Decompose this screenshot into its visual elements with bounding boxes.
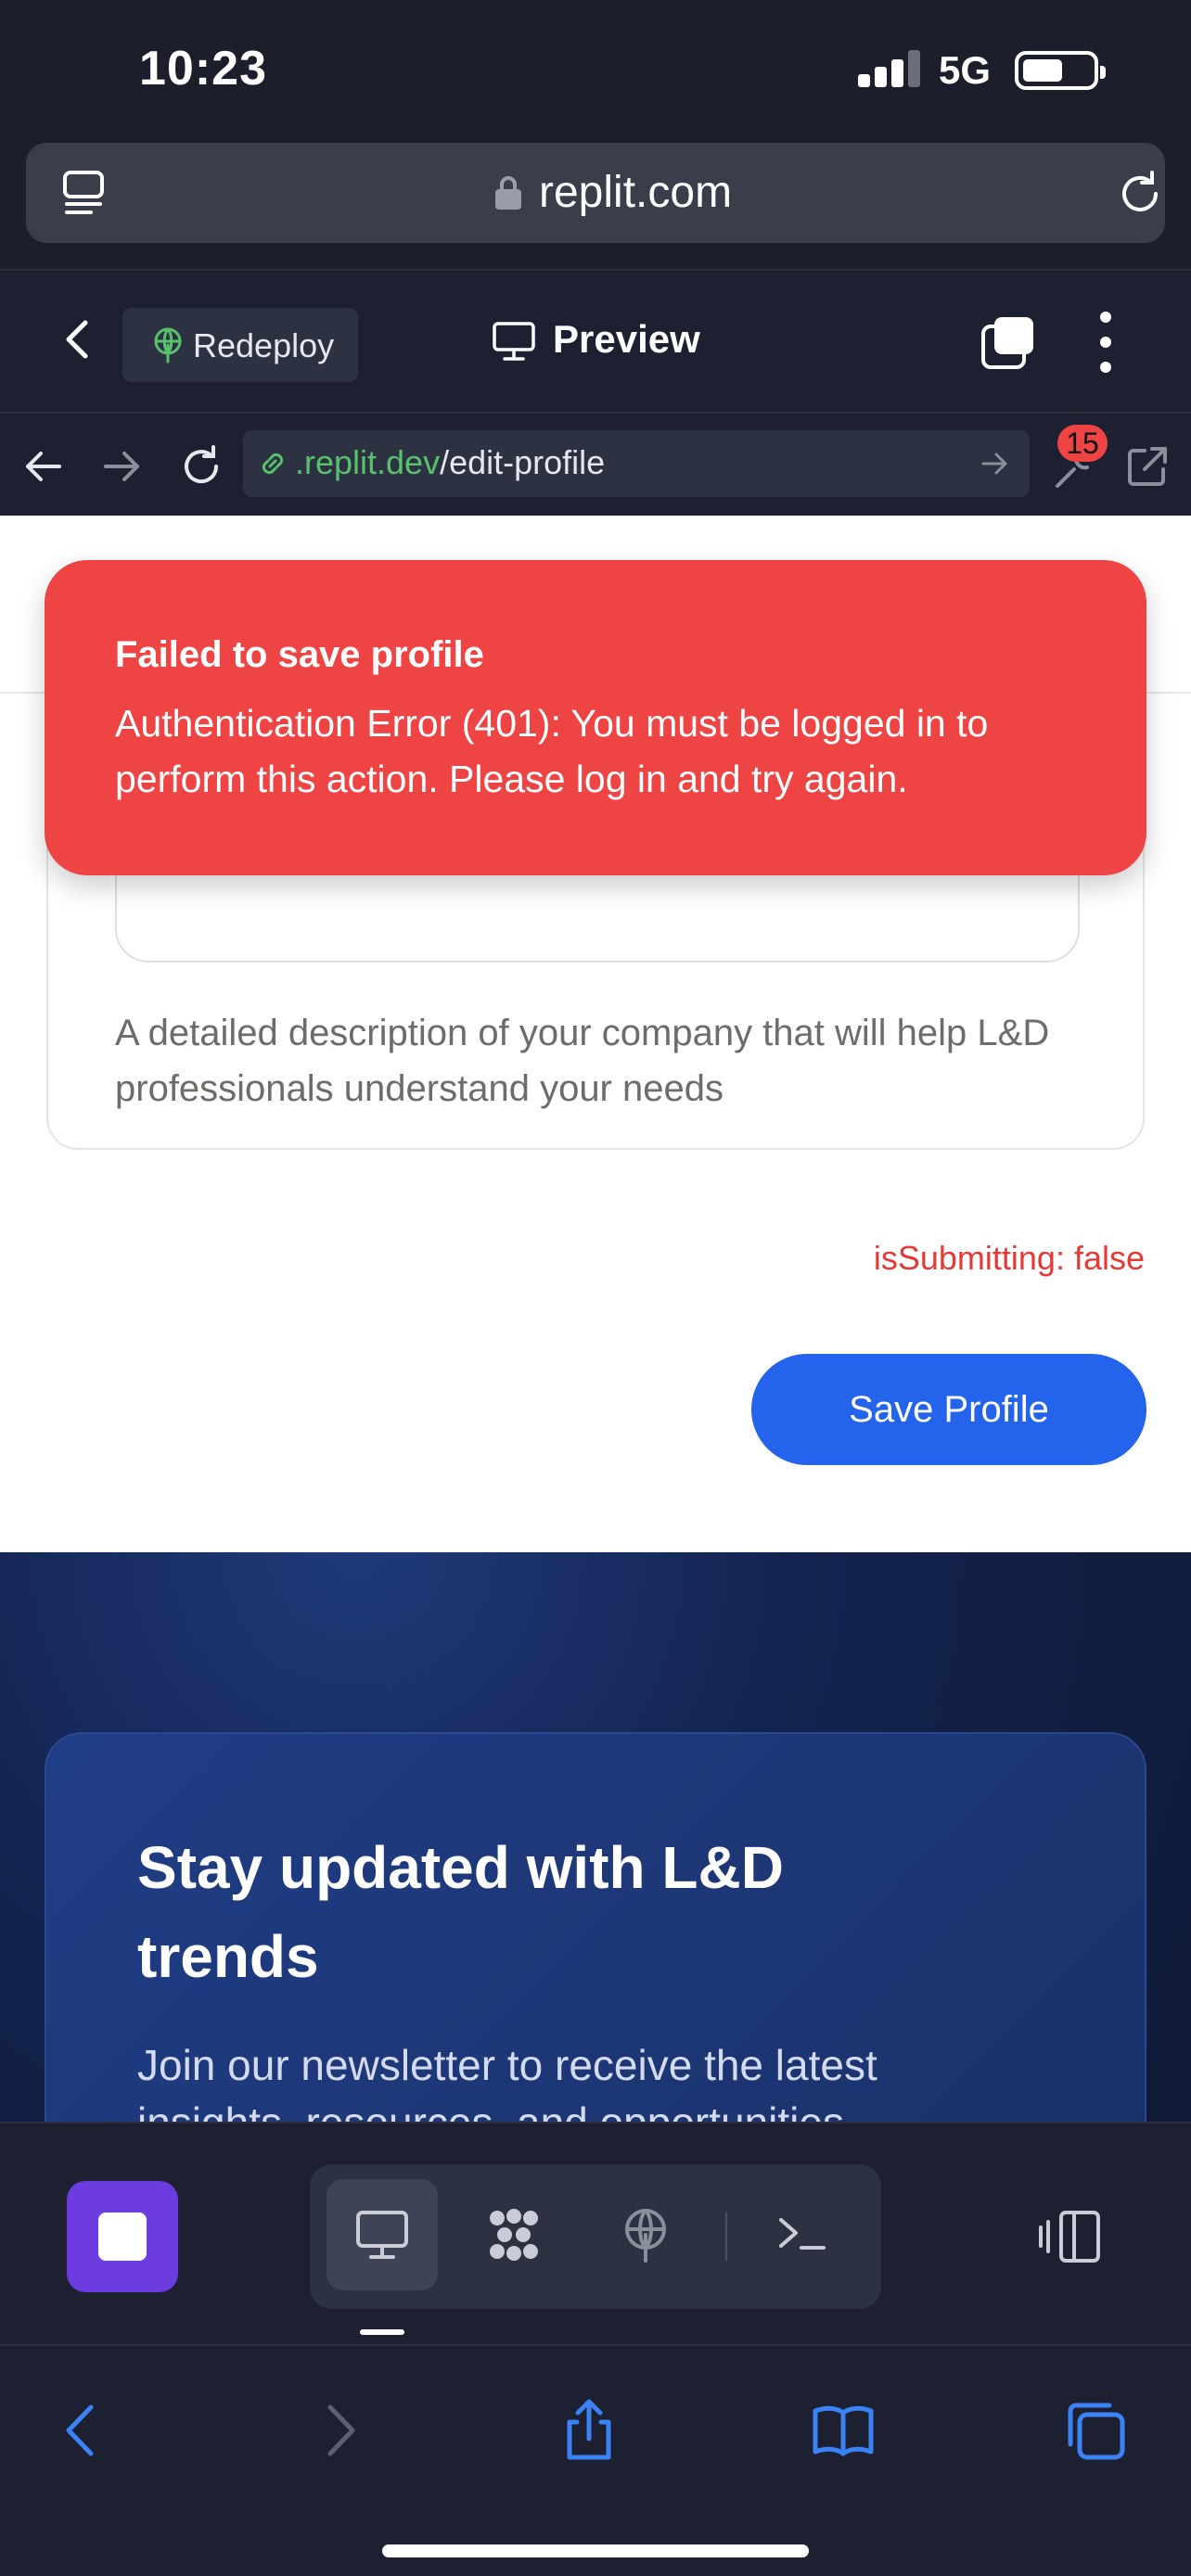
url-path: /edit-profile (440, 443, 606, 481)
monitor-icon (356, 2211, 408, 2259)
tool-deployments[interactable] (590, 2179, 701, 2290)
workspace-tools (310, 2164, 881, 2309)
lock-icon (495, 176, 521, 210)
status-bar: 10:23 5G (0, 0, 1191, 139)
redeploy-label: Redeploy (193, 326, 335, 364)
agent-icon (490, 2209, 538, 2261)
url-host: .replit.dev (295, 443, 441, 481)
home-indicator (382, 2544, 809, 2557)
deploy-icon (154, 327, 182, 363)
more-options-icon[interactable] (1095, 312, 1117, 373)
monitor-icon (493, 322, 535, 361)
newsletter-title: Stay updated with L&D trends (137, 1834, 784, 1990)
battery-icon (1015, 51, 1106, 90)
toast-message: Authentication Error (401): You must be … (115, 702, 989, 800)
signal-icon (858, 50, 921, 87)
nav-forward-icon[interactable] (98, 443, 145, 490)
devtools-badge: 15 (1057, 425, 1108, 462)
debug-status-text: isSubmitting: false (873, 1239, 1145, 1277)
newsletter-section: Stay updated with L&D trends Join our ne… (0, 1552, 1191, 2122)
tool-agent[interactable] (458, 2179, 570, 2290)
bookmarks-icon[interactable] (811, 2398, 876, 2463)
newsletter-text: Join our newsletter to receive the lates… (137, 2041, 877, 2122)
browser-domain[interactable]: replit.com (539, 167, 732, 218)
network-type: 5G (939, 48, 992, 92)
browser-address-bar[interactable]: replit.com (26, 143, 1165, 243)
active-tab-indicator (360, 2329, 404, 2335)
tabs-icon[interactable] (1063, 2398, 1128, 2463)
save-profile-button[interactable]: Save Profile (751, 1354, 1146, 1465)
error-toast[interactable]: Failed to save profile Authentication Er… (45, 560, 1146, 875)
terminal-icon (779, 2218, 826, 2250)
back-chevron-icon[interactable] (56, 317, 100, 362)
reader-icon[interactable] (59, 169, 108, 217)
stop-button[interactable] (67, 2181, 178, 2292)
open-external-icon[interactable] (1124, 443, 1171, 490)
replit-bottom-bar (0, 2122, 1191, 2344)
share-icon[interactable] (557, 2398, 621, 2463)
newsletter-card: Stay updated with L&D trends Join our ne… (45, 1732, 1146, 2122)
nav-back-icon[interactable] (20, 443, 67, 490)
safari-toolbar (0, 2344, 1191, 2576)
replit-toolbar: Redeploy Preview (0, 269, 1191, 414)
tabs-stack-icon[interactable] (980, 313, 1037, 371)
deploy-icon (625, 2209, 666, 2263)
webview-nav: .replit.dev/edit-profile 15 (0, 415, 1191, 516)
webview-url-field[interactable]: .replit.dev/edit-profile (243, 430, 1030, 497)
link-icon (262, 453, 284, 475)
toast-title: Failed to save profile (115, 634, 484, 675)
status-time: 10:23 (139, 42, 267, 96)
redeploy-button[interactable]: Redeploy (122, 308, 358, 382)
tool-preview[interactable] (327, 2179, 438, 2290)
reload-icon[interactable] (1115, 169, 1165, 219)
tool-separator (725, 2213, 727, 2261)
go-arrow-icon[interactable] (980, 449, 1009, 478)
layout-toggle-icon[interactable] (1037, 2209, 1102, 2264)
nav-reload-icon[interactable] (178, 443, 224, 490)
company-description-textarea[interactable] (115, 861, 1080, 963)
preview-label: Preview (553, 317, 700, 361)
tool-shell[interactable] (746, 2179, 857, 2290)
description-help-text: A detailed description of your company t… (115, 1013, 1050, 1109)
safari-forward-icon[interactable] (308, 2398, 373, 2463)
safari-back-icon[interactable] (48, 2398, 113, 2463)
